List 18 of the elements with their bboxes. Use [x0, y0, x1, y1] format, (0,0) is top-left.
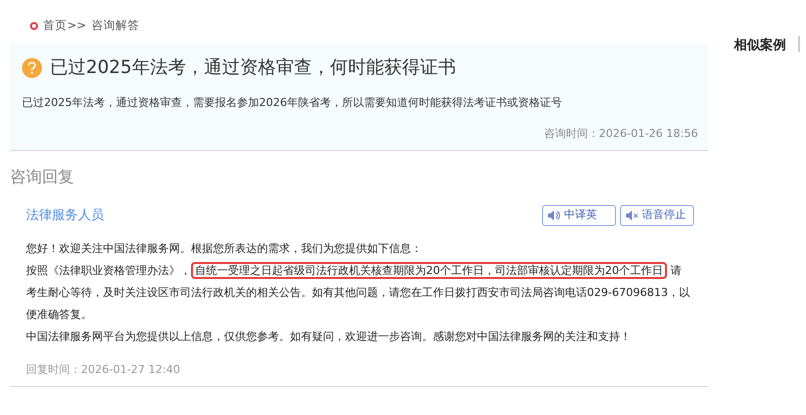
sidebar-heading: 相似案例: [734, 36, 786, 55]
question-text: 已过2025年法考，通过资格审查，需要报名参加2026年陕省考，所以需要知道何时能获得法考证书或资格证号: [22, 95, 563, 111]
author-name: 法律服务人员: [26, 206, 104, 224]
reply-paragraph: 按照《法律职业资格管理办法》， 自统一受理之日起省级司法行政机关核查期限为20个工作日，司法部审核认定期限为20个工作日 请考生耐心等待，及时关注设区市司法行政机关的相关公告。如有其他问题，请您在工作日拨打西安市司法局咨询电话029-67096813，以便准确答复。: [26, 260, 691, 322]
speaker-icon: [548, 210, 561, 221]
translate-button[interactable]: 中译英: [542, 205, 616, 226]
question-time: 咨询时间：2026-01-26 18:56: [544, 126, 698, 140]
breadcrumb-link[interactable]: 咨询解答: [91, 17, 140, 35]
home-link[interactable]: 首页>>: [43, 17, 86, 35]
reply-time: 回复时间：2026-01-27 12:40: [26, 362, 180, 376]
section-heading: 咨询回复: [10, 167, 74, 186]
reply-paragraph: 您好！欢迎关注中国法律服务网。根据您所表达的需求，我们为您提供如下信息：: [26, 240, 423, 256]
question-icon: [22, 58, 42, 78]
bullet-icon: [30, 22, 38, 30]
question-title: 已过2025年法考，通过资格审查，何时能获得证书: [50, 56, 456, 80]
reply-paragraph: 中国法律服务网平台为您提供以上信息，仅供您参考。如有疑问，欢迎进一步咨询。感谢您对中国法律服务网的关注和支持！: [26, 328, 632, 344]
stop-voice-button[interactable]: 语音停止: [620, 205, 694, 226]
mute-icon: [626, 210, 639, 221]
